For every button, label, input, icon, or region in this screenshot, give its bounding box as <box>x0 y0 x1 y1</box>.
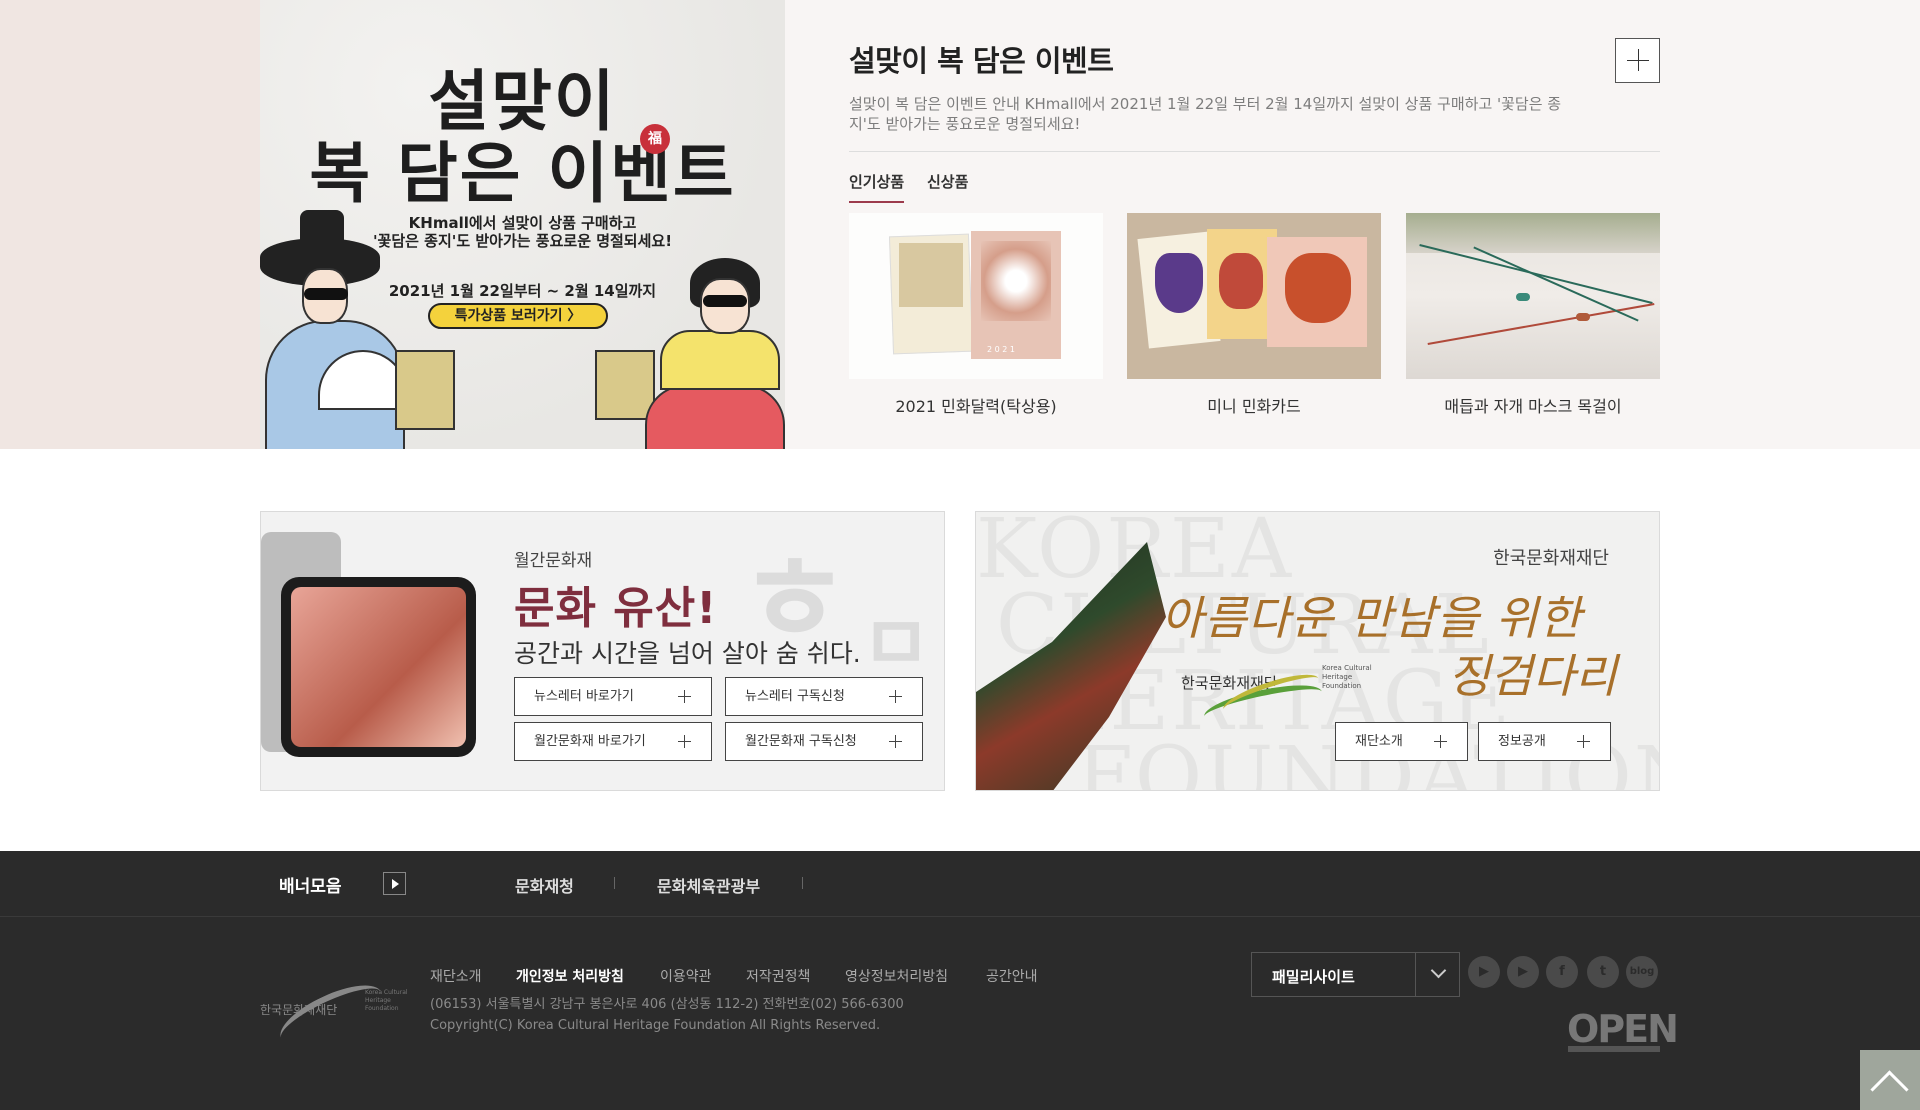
footer: 한국문화재재단 Korea Cultural Heritage Foundati… <box>0 917 1920 1110</box>
newsletter-link-button[interactable]: 뉴스레터 바로가기 <box>514 677 712 716</box>
footer-nav-cctv-policy[interactable]: 영상정보처리방침 <box>845 966 948 986</box>
footer-nav-copyright[interactable]: 저작권정책 <box>746 966 810 986</box>
product-card[interactable]: 2 0 2 1 2021 민화달력(탁상용) <box>849 213 1103 417</box>
foundation-logo: 한국문화재재단 Korea Cultural Heritage Foundati… <box>1181 652 1381 731</box>
event-description: 설맞이 복 담은 이벤트 안내 KHmall에서 2021년 1월 22일 부터… <box>849 95 1562 133</box>
footer-copyright: Copyright(C) Korea Cultural Heritage Fou… <box>430 1018 881 1033</box>
foundation-banner: KOREA CULTURAL HERITAGE FOUNDATION 한국문화재… <box>975 511 1660 791</box>
footer-nav-space-guide[interactable]: 공간안내 <box>986 966 1038 986</box>
family-site-label: 패밀리사이트 <box>1272 968 1355 986</box>
divider <box>802 877 803 889</box>
banner-cta-button[interactable]: 특가상품 보러가기 〉 <box>428 303 608 329</box>
product-thumbnail[interactable] <box>1406 213 1660 379</box>
event-more-plus-button[interactable] <box>1615 38 1660 83</box>
footer-nav-terms[interactable]: 이용약관 <box>660 966 712 986</box>
product-name[interactable]: 미니 민화카드 <box>1127 393 1381 417</box>
scroll-to-top-button[interactable] <box>1860 1050 1920 1110</box>
footer-banner-bar: 배너모음 문화재청 문화체육관광부 <box>0 851 1920 917</box>
product-thumbnail[interactable]: 2 0 2 1 <box>849 213 1103 379</box>
newsletter-subscribe-button[interactable]: 뉴스레터 구독신청 <box>725 677 923 716</box>
facebook-icon[interactable]: f <box>1546 956 1578 988</box>
product-name[interactable]: 매듭과 자개 마스크 목걸이 <box>1406 393 1660 417</box>
product-name[interactable]: 2021 민화달력(탁상용) <box>849 393 1103 417</box>
sunglasses-icon <box>703 295 747 307</box>
link-cha[interactable]: 문화재청 <box>515 873 574 897</box>
youtube-icon[interactable]: ▶ <box>1468 956 1500 988</box>
play-icon[interactable] <box>383 872 406 895</box>
event-title: 설맞이 복 담은 이벤트 <box>849 44 1114 78</box>
footer-nav-about[interactable]: 재단소개 <box>430 966 482 986</box>
family-site-select[interactable]: 패밀리사이트 <box>1251 952 1460 997</box>
banner-collection-label: 배너모음 <box>279 877 342 897</box>
sunglasses-icon <box>304 288 348 300</box>
tab-popular[interactable]: 인기상품 <box>849 171 905 203</box>
play-icon[interactable]: ▶ <box>1507 956 1539 988</box>
event-section: 설맞이 복 담은 이벤트 福 KHmall에서 설맞이 상품 구매하고 '꽃담은… <box>0 0 1920 449</box>
open-license-mark: OPEN <box>1567 1007 1679 1051</box>
magazine-headline: 문화 유산! <box>514 583 718 634</box>
shopping-bag-icon <box>595 350 655 420</box>
divider <box>849 151 1660 152</box>
magazine-link-button[interactable]: 월간문화재 바로가기 <box>514 722 712 761</box>
blog-icon[interactable]: blog <box>1626 956 1658 988</box>
footer-nav-privacy[interactable]: 개인정보 처리방침 <box>516 966 624 986</box>
magazine-tagline: 공간과 시간을 넘어 살아 숨 쉬다. <box>514 639 861 668</box>
event-banner-image[interactable]: 설맞이 복 담은 이벤트 福 KHmall에서 설맞이 상품 구매하고 '꽃담은… <box>260 0 785 449</box>
product-card[interactable]: 매듭과 자개 마스크 목걸이 <box>1406 213 1660 417</box>
magazine-label: 월간문화재 <box>514 551 593 571</box>
foundation-org-name: 한국문화재재단 <box>1493 548 1609 569</box>
product-thumbnail[interactable] <box>1127 213 1381 379</box>
tab-new[interactable]: 신상품 <box>927 171 968 201</box>
divider <box>614 877 615 889</box>
decorative-hangul: ㅁ <box>861 599 931 688</box>
left-tint <box>0 0 260 449</box>
woman-illustration <box>645 385 785 449</box>
monthly-heritage-banner: ㅎ ㅁ 월간문화재 문화 유산! 공간과 시간을 넘어 살아 숨 쉬다. 뉴스레… <box>260 511 945 791</box>
twitter-icon[interactable]: t <box>1587 956 1619 988</box>
bok-seal-icon: 福 <box>640 124 670 154</box>
info-disclosure-button[interactable]: 정보공개 <box>1478 722 1611 761</box>
chevron-down-icon[interactable] <box>1430 962 1447 979</box>
product-card[interactable]: 미니 민화카드 <box>1127 213 1381 417</box>
link-mcst[interactable]: 문화체육관광부 <box>657 873 760 897</box>
footer-address: (06153) 서울특별시 강남구 봉은사로 406 (삼성동 112-2) 전… <box>430 997 904 1012</box>
magazine-subscribe-button[interactable]: 월간문화재 구독신청 <box>725 722 923 761</box>
shopping-bag-icon <box>395 350 455 430</box>
slogan-line2: 징검다리 <box>1447 649 1617 703</box>
foundation-intro-button[interactable]: 재단소개 <box>1335 722 1468 761</box>
footer-logo: 한국문화재재단 Korea Cultural Heritage Foundati… <box>260 973 410 1057</box>
slogan-line1: 아름다운 만남을 위한 <box>1161 591 1583 645</box>
banner-title-line2: 복 담은 이벤트 <box>309 135 736 212</box>
